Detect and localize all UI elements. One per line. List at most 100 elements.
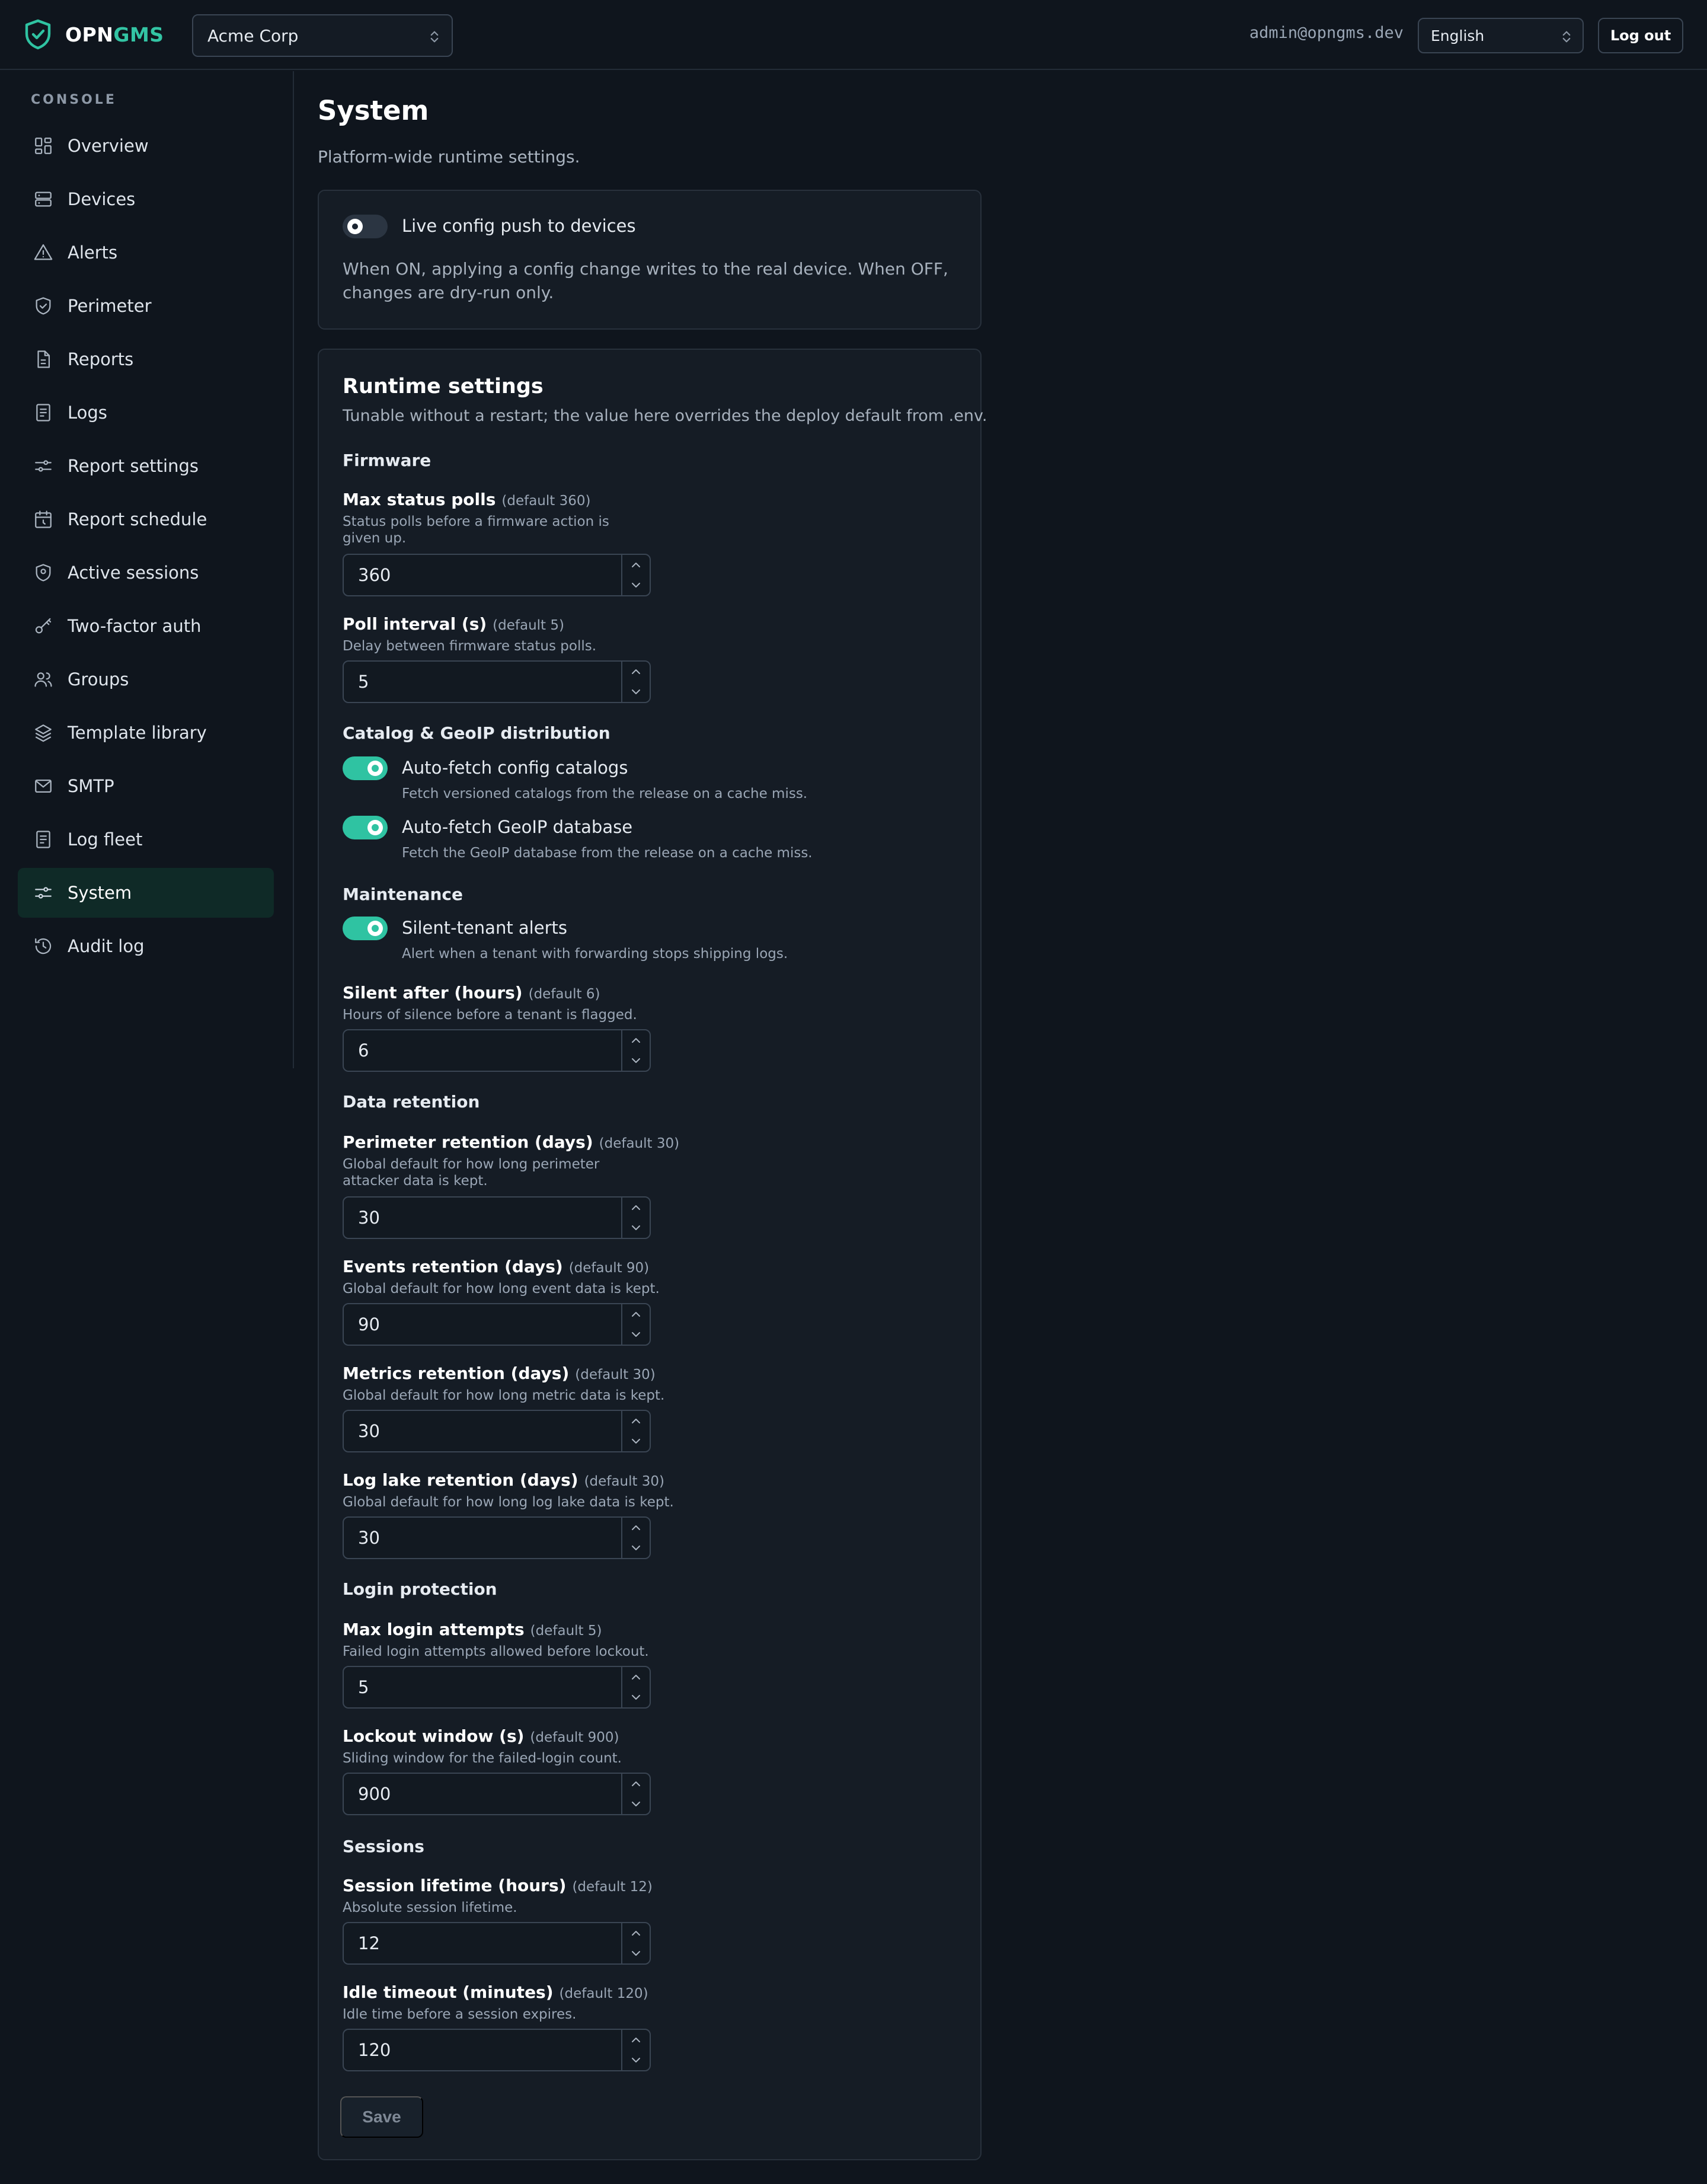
idle-timeout-input[interactable]: 120 [343,2029,651,2071]
number-stepper[interactable] [621,1030,650,1071]
sidebar-item-groups[interactable]: Groups [18,654,274,704]
group-heading-login: Login protection [343,1579,497,1599]
chevron-up-icon[interactable] [622,2030,650,2050]
chevron-up-icon[interactable] [622,1518,650,1538]
number-stepper[interactable] [621,1667,650,1707]
field-label-events-retention: Events retention (days) (default 90) [343,1257,650,1276]
logout-button[interactable]: Log out [1598,18,1683,53]
sidebar-item-report-settings[interactable]: Report settings [18,441,274,491]
chevron-down-icon[interactable] [622,1051,650,1071]
chevron-down-icon[interactable] [622,2050,650,2070]
sidebar-item-label: Report settings [68,456,199,476]
history-icon [33,936,53,956]
shield-user-icon [33,563,53,583]
language-select[interactable]: English [1418,18,1584,53]
field-label-loglake-retention: Log lake retention (days) (default 30) [343,1470,665,1490]
chevron-down-icon[interactable] [622,1431,650,1451]
number-stepper[interactable] [621,1411,650,1451]
tenant-select[interactable]: Acme Corp [192,14,453,57]
field-help-idle-timeout: Idle time before a session expires. [343,2007,577,2022]
chevron-up-icon[interactable] [622,1923,650,1943]
save-button[interactable]: Save [340,2096,423,2138]
metrics-retention-input[interactable]: 30 [343,1410,651,1452]
sidebar-item-overview[interactable]: Overview [18,121,274,171]
chevron-down-icon[interactable] [622,1218,650,1238]
sidebar-item-system[interactable]: System [18,868,274,918]
log-list-icon [33,829,53,850]
field-label-metrics-retention: Metrics retention (days) (default 30) [343,1364,656,1383]
chevron-up-icon[interactable] [622,1030,650,1051]
number-stepper[interactable] [621,555,650,595]
number-stepper[interactable] [621,1923,650,1963]
number-stepper[interactable] [621,662,650,702]
sidebar-item-log-fleet[interactable]: Log fleet [18,815,274,864]
group-heading-maintenance: Maintenance [343,885,463,904]
chevron-down-icon[interactable] [622,1324,650,1345]
auto-catalogs-toggle[interactable] [343,756,388,780]
sidebar-item-label: Alerts [68,242,118,263]
auto-catalogs-label: Auto-fetch config catalogs [402,758,628,778]
field-help-events-retention: Global default for how long event data i… [343,1281,660,1297]
sidebar-item-logs[interactable]: Logs [18,388,274,438]
chevron-down-icon[interactable] [622,1943,650,1963]
chevron-down-icon[interactable] [622,682,650,702]
poll-interval-input[interactable]: 5 [343,660,651,703]
perimeter-retention-input[interactable]: 30 [343,1196,651,1239]
auto-geoip-label: Auto-fetch GeoIP database [402,817,633,837]
sidebar-item-smtp[interactable]: SMTP [18,761,274,811]
field-help-poll-interval: Delay between firmware status polls. [343,638,597,654]
events-retention-input[interactable]: 90 [343,1303,651,1346]
sidebar-item-reports[interactable]: Reports [18,334,274,384]
shield-check-icon [25,19,51,50]
number-stepper[interactable] [621,1774,650,1814]
number-stepper[interactable] [621,1518,650,1558]
field-help-perimeter-retention: Global default for how long perimeter at… [343,1157,600,1189]
tenant-select-value: Acme Corp [207,25,299,46]
auto-geoip-toggle[interactable] [343,816,388,839]
loglake-retention-input[interactable]: 30 [343,1516,651,1559]
max-login-attempts-input[interactable]: 5 [343,1666,651,1709]
sidebar-item-perimeter[interactable]: Perimeter [18,281,274,331]
chevron-up-icon[interactable] [622,662,650,682]
chevron-down-icon[interactable] [622,1794,650,1814]
lockout-window-input[interactable]: 900 [343,1773,651,1815]
live-push-toggle[interactable] [343,215,388,238]
sidebar-item-active-sessions[interactable]: Active sessions [18,548,274,598]
sidebar-item-report-schedule[interactable]: Report schedule [18,494,274,544]
number-stepper[interactable] [621,1304,650,1345]
number-stepper[interactable] [621,1198,650,1238]
max-status-polls-input[interactable]: 360 [343,554,651,596]
chevron-up-icon[interactable] [622,555,650,575]
sidebar-item-template-library[interactable]: Template library [18,708,274,758]
chevron-down-icon[interactable] [622,1538,650,1558]
sidebar-section-label: CONSOLE [31,92,117,107]
runtime-settings-title: Runtime settings [343,375,544,398]
chevron-up-icon[interactable] [622,1774,650,1794]
grid-icon [33,136,53,156]
sidebar-item-two-factor-auth[interactable]: Two-factor auth [18,601,274,651]
chevron-down-icon[interactable] [622,1687,650,1707]
brand-logo[interactable]: OPNGMS [24,18,164,51]
session-lifetime-input[interactable]: 12 [343,1922,651,1965]
silent-after-input[interactable]: 6 [343,1029,651,1072]
sidebar-item-label: System [68,883,132,903]
sidebar-item-label: Log fleet [68,829,143,850]
users-icon [33,669,53,689]
group-heading-firmware: Firmware [343,451,431,470]
runtime-settings-card: Runtime settings Tunable without a resta… [318,349,987,2160]
chevron-up-icon[interactable] [622,1198,650,1218]
runtime-settings-subtitle: Tunable without a restart; the value her… [343,407,987,425]
chevron-up-icon[interactable] [622,1304,650,1324]
sidebar-item-devices[interactable]: Devices [18,174,274,224]
sidebar-item-audit-log[interactable]: Audit log [18,921,274,971]
chevron-down-icon[interactable] [622,575,650,595]
sidebar-item-label: Report schedule [68,509,207,529]
auto-catalogs-description: Fetch versioned catalogs from the releas… [402,786,808,802]
chevron-up-icon[interactable] [622,1667,650,1687]
sidebar-item-alerts[interactable]: Alerts [18,228,274,277]
sidebar-item-label: Devices [68,189,136,209]
silent-alerts-toggle[interactable] [343,917,388,940]
sidebar-item-label: SMTP [68,776,114,796]
chevron-up-icon[interactable] [622,1411,650,1431]
number-stepper[interactable] [621,2030,650,2070]
